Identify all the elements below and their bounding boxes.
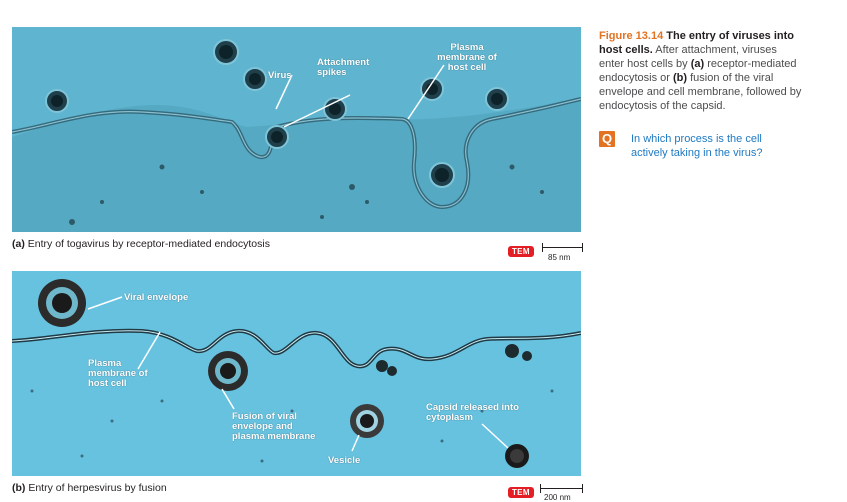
scale-bar-b: 200 nm: [540, 484, 583, 502]
label-vesicle: Vesicle: [328, 455, 361, 466]
tem-badge-a: TEM: [508, 246, 534, 257]
caption-b: (b) Entry of herpesvirus by fusion: [12, 482, 167, 494]
caption-a-letter: (a): [12, 238, 25, 250]
figure-ref-b: (b): [673, 72, 688, 84]
micrograph-herpesvirus: Viral envelope Plasma membrane of host c…: [12, 271, 581, 476]
figure-ref-a: (a): [690, 58, 705, 70]
caption-a-text: Entry of togavirus by receptor-mediated …: [27, 238, 270, 250]
question-text: In which process is the cell actively ta…: [631, 133, 763, 159]
label-viral-envelope: Viral envelope: [124, 292, 189, 303]
figure-legend: Figure 13.14 The entry of viruses into h…: [599, 29, 804, 113]
scale-label-b: 200 nm: [544, 493, 571, 502]
question-icon: Q: [599, 131, 615, 147]
micrograph-togavirus: Virus Attachment spikes Plasma membrane …: [12, 27, 581, 232]
caption-b-text: Entry of herpesvirus by fusion: [28, 482, 167, 494]
caption-b-letter: (b): [12, 482, 26, 494]
label-attachment-spikes: Attachment spikes: [317, 57, 370, 78]
label-capsid-released: Capsid released into cytoplasm: [426, 402, 519, 423]
figure-number: Figure 13.14: [599, 30, 664, 42]
caption-a: (a) Entry of togavirus by receptor-media…: [12, 238, 270, 250]
label-fusion: Fusion of viral envelope and plasma memb…: [232, 411, 316, 442]
scale-label-a: 85 nm: [548, 253, 571, 262]
scale-bar-a: 85 nm: [542, 243, 583, 263]
tem-badge-b: TEM: [508, 487, 534, 498]
label-plasma-membrane-a: Plasma membrane of host cell: [437, 42, 497, 73]
label-plasma-membrane-b: Plasma membrane of host cell: [88, 358, 148, 389]
label-virus: Virus: [268, 70, 292, 81]
